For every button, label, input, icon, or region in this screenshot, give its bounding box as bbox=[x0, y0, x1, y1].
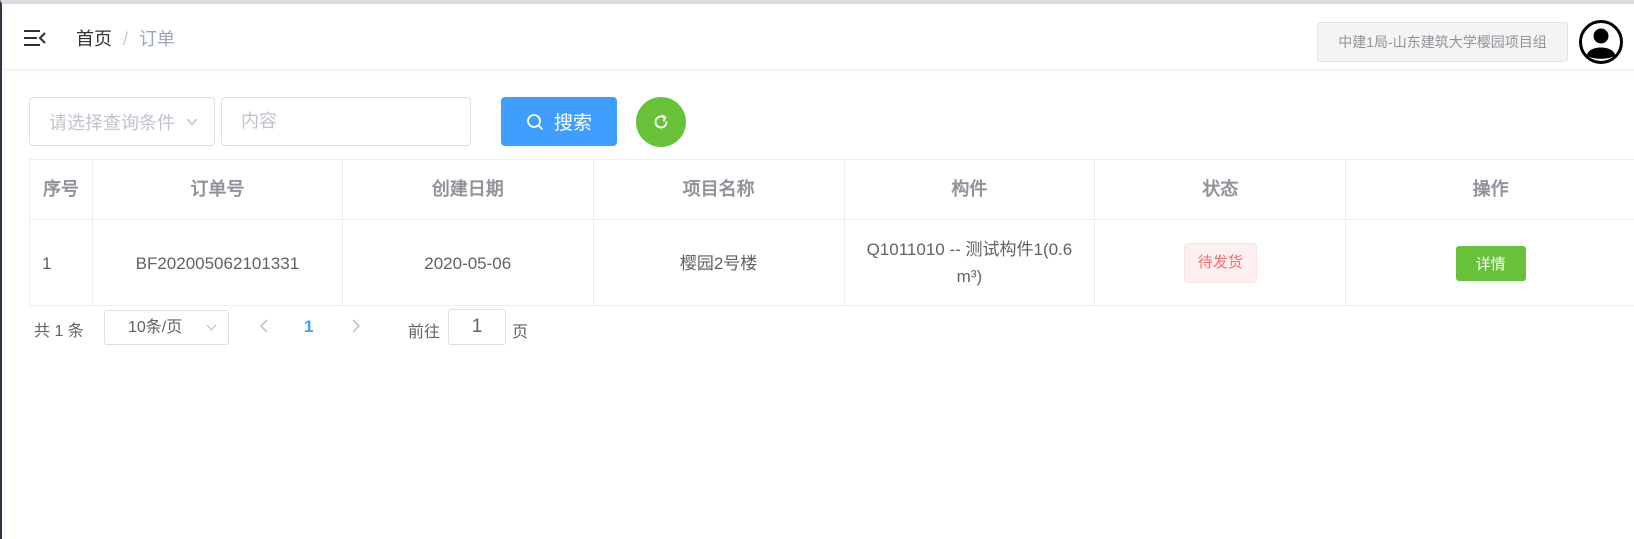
page-number-current[interactable]: 1 bbox=[304, 317, 313, 337]
breadcrumb-home[interactable]: 首页 bbox=[76, 28, 112, 50]
cell-action: 详情 bbox=[1346, 220, 1634, 306]
hamburger-icon[interactable] bbox=[24, 29, 46, 47]
cell-component: Q1011010 -- 测试构件1(0.6 m³) bbox=[845, 220, 1096, 306]
avatar-icon[interactable] bbox=[1579, 20, 1623, 64]
cell-index: 1 bbox=[30, 220, 93, 306]
select-placeholder: 请选择查询条件 bbox=[49, 112, 175, 133]
col-header-action: 操作 bbox=[1346, 160, 1634, 219]
goto-page-input[interactable] bbox=[448, 309, 506, 345]
chevron-left-icon[interactable] bbox=[257, 318, 271, 334]
cell-order-no: BF202005062101331 bbox=[93, 220, 343, 306]
app-frame: 首页 / 订单 中建1局-山东建筑大学樱园项目组 请选择查询条件 搜索 bbox=[0, 0, 1634, 539]
col-header-order-no: 订单号 bbox=[93, 160, 343, 219]
breadcrumb: 首页 / 订单 bbox=[76, 28, 175, 50]
pagination-total: 共 1 条 bbox=[34, 323, 84, 340]
search-button-label: 搜索 bbox=[553, 113, 592, 134]
col-header-project: 项目名称 bbox=[594, 160, 845, 219]
cell-project: 樱园2号楼 bbox=[594, 220, 845, 306]
page-size-value: 10条/页 bbox=[128, 319, 183, 336]
goto-suffix: 页 bbox=[512, 324, 529, 341]
col-header-created: 创建日期 bbox=[343, 160, 594, 219]
table-row: 1 BF202005062101331 2020-05-06 樱园2号楼 Q10… bbox=[30, 220, 1634, 306]
search-icon bbox=[527, 113, 543, 130]
goto-label: 前往 bbox=[408, 324, 441, 341]
refresh-icon bbox=[654, 114, 668, 129]
cell-created: 2020-05-06 bbox=[343, 220, 594, 306]
col-header-component: 构件 bbox=[845, 160, 1096, 219]
orders-table: 序号 订单号 创建日期 项目名称 构件 状态 操作 1 BF2020050621… bbox=[29, 159, 1634, 306]
detail-button[interactable]: 详情 bbox=[1455, 245, 1526, 281]
cell-status: 待发货 bbox=[1095, 220, 1347, 306]
status-badge: 待发货 bbox=[1183, 243, 1257, 283]
chevron-right-icon[interactable] bbox=[349, 318, 363, 334]
content-input[interactable] bbox=[221, 97, 471, 146]
top-navbar: 首页 / 订单 中建1局-山东建筑大学樱园项目组 bbox=[4, 8, 1634, 70]
col-header-status: 状态 bbox=[1095, 160, 1347, 219]
org-badge: 中建1局-山东建筑大学樱园项目组 bbox=[1317, 22, 1568, 62]
chevron-down-icon bbox=[186, 118, 198, 126]
page-size-select[interactable]: 10条/页 bbox=[104, 310, 229, 345]
col-header-index: 序号 bbox=[30, 160, 93, 219]
table-header-row: 序号 订单号 创建日期 项目名称 构件 状态 操作 bbox=[30, 160, 1634, 220]
pagination: 共 1 条 10条/页 1 前往 页 bbox=[29, 309, 589, 345]
breadcrumb-separator: / bbox=[123, 29, 129, 49]
refresh-button[interactable] bbox=[636, 97, 686, 147]
chevron-down-icon bbox=[206, 324, 217, 331]
search-button[interactable]: 搜索 bbox=[501, 97, 617, 146]
breadcrumb-current: 订单 bbox=[139, 29, 176, 49]
query-condition-select[interactable]: 请选择查询条件 bbox=[29, 97, 215, 146]
